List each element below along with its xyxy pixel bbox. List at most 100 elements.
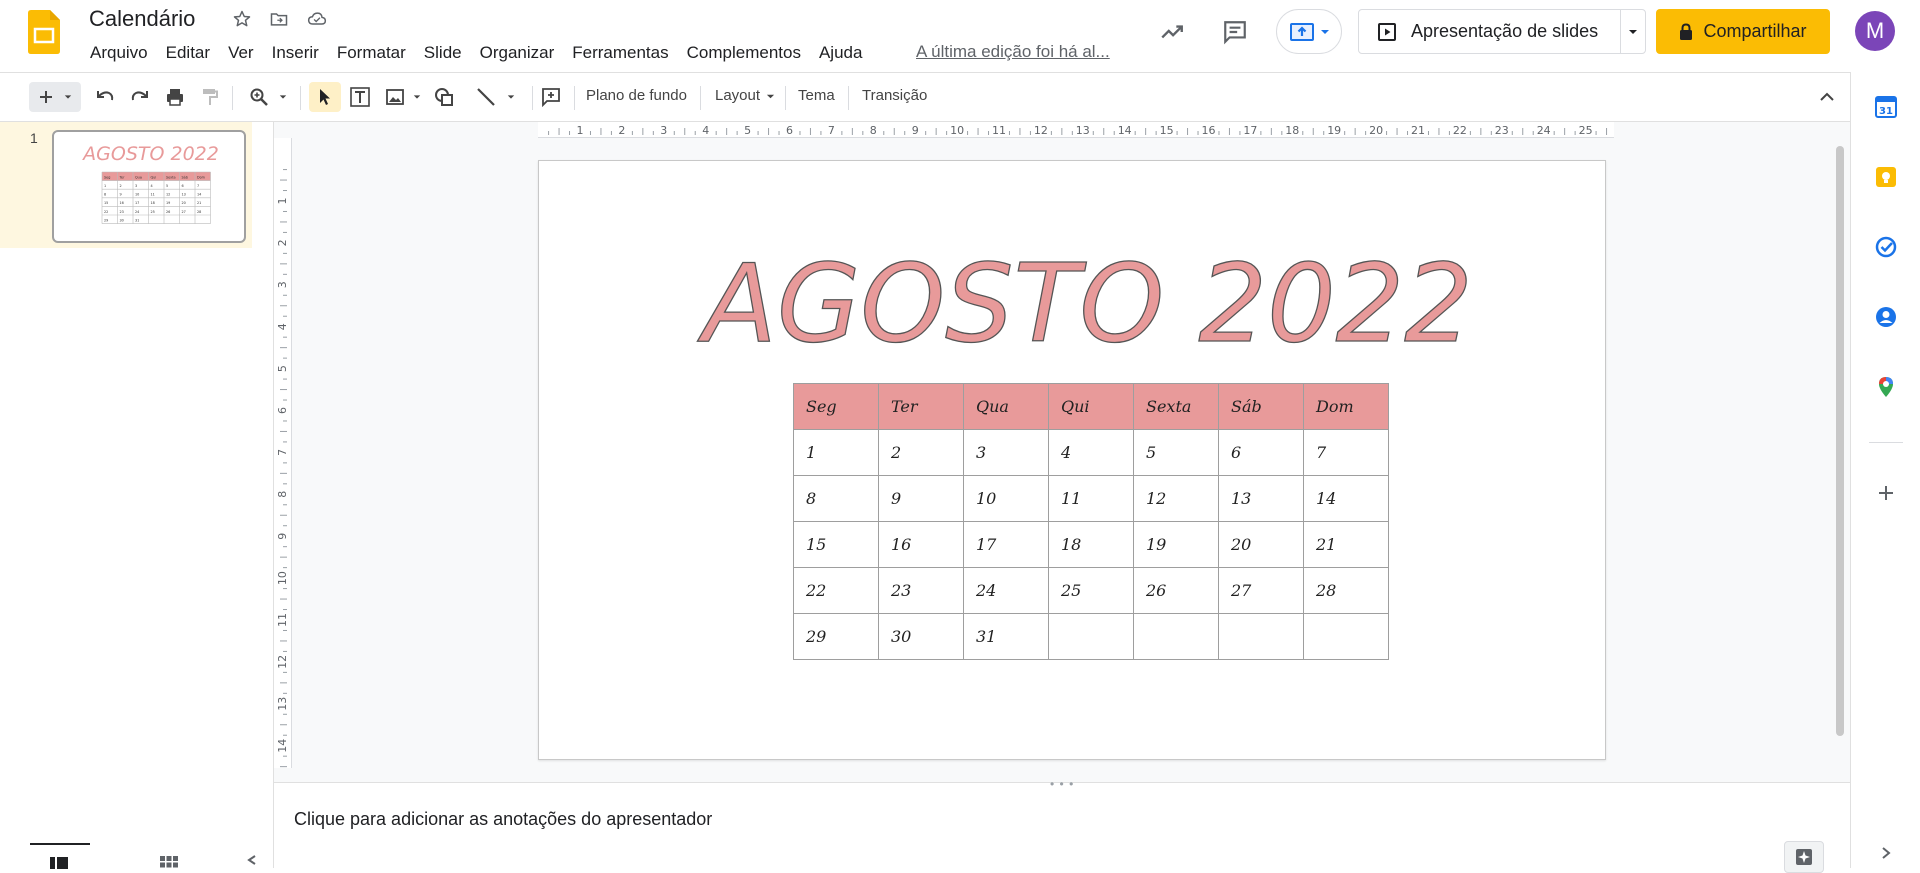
background-button[interactable]: Plano de fundo (586, 87, 687, 104)
calendar-day-cell[interactable]: 18 (1048, 521, 1134, 568)
shape-icon[interactable] (431, 82, 457, 112)
weekday-header[interactable]: Sexta (1133, 383, 1219, 430)
chevron-right-icon[interactable] (1873, 840, 1899, 866)
account-avatar[interactable]: M (1855, 11, 1895, 51)
star-icon[interactable] (231, 8, 253, 30)
calendar-day-cell[interactable]: 23 (878, 567, 964, 614)
contacts-icon[interactable] (1873, 304, 1899, 330)
calendar-day-cell[interactable]: 27 (1218, 567, 1304, 614)
calendar-day-cell[interactable]: 19 (1133, 521, 1219, 568)
menu-editar[interactable]: Editar (157, 42, 219, 66)
speaker-notes-input[interactable]: Clique para adicionar as anotações do ap… (294, 809, 712, 830)
calendar-day-cell[interactable]: 22 (793, 567, 879, 614)
calendar-day-cell[interactable] (1048, 613, 1134, 660)
calendar-day-cell[interactable]: 26 (1133, 567, 1219, 614)
calendar-day-cell[interactable] (1303, 613, 1389, 660)
calendar-day-cell[interactable]: 6 (1218, 429, 1304, 476)
slideshow-button[interactable]: Apresentação de slides (1359, 10, 1622, 53)
calendar-day-cell[interactable]: 31 (963, 613, 1049, 660)
weekday-header[interactable]: Sáb (1218, 383, 1304, 430)
calendar-icon[interactable]: 31 (1873, 94, 1899, 120)
paint-format-icon[interactable] (197, 82, 223, 112)
calendar-day-cell[interactable]: 3 (963, 429, 1049, 476)
slides-logo-icon[interactable] (28, 10, 60, 54)
collapse-filmstrip-icon[interactable] (246, 853, 258, 871)
weekday-header[interactable]: Seg (793, 383, 879, 430)
slide-title-wordart[interactable]: AGOSTO 2022 (539, 231, 1605, 351)
calendar-day-cell[interactable]: 28 (1303, 567, 1389, 614)
add-addon-icon[interactable] (1873, 480, 1899, 506)
line-tool-button[interactable] (470, 82, 520, 112)
menu-arquivo[interactable]: Arquivo (81, 42, 157, 66)
collapse-toolbar-icon[interactable] (1816, 82, 1838, 112)
weekday-header[interactable]: Ter (878, 383, 964, 430)
transition-button[interactable]: Transição (862, 87, 927, 104)
notes-resize-handle[interactable]: • • • (1050, 777, 1074, 791)
weekday-header[interactable]: Qui (1048, 383, 1134, 430)
grid-view-button[interactable] (160, 855, 178, 873)
calendar-day-cell[interactable]: 15 (793, 521, 879, 568)
calendar-day-cell[interactable]: 10 (963, 475, 1049, 522)
calendar-table[interactable]: Seg Ter Qua Qui Sexta Sáb Dom 1 2 3 4 5 6 7 8 9 10 11 12 1… (793, 383, 1389, 660)
weekday-header[interactable]: Dom (1303, 383, 1389, 430)
calendar-day-cell[interactable]: 4 (1048, 429, 1134, 476)
calendar-day-cell[interactable]: 1 (793, 429, 879, 476)
menu-inserir[interactable]: Inserir (263, 42, 328, 66)
undo-icon[interactable] (92, 82, 118, 112)
add-comment-icon[interactable] (538, 82, 564, 112)
assistant-button[interactable] (1784, 841, 1824, 873)
calendar-day-cell[interactable]: 24 (963, 567, 1049, 614)
layout-button[interactable]: Layout (715, 87, 775, 104)
theme-button[interactable]: Tema (798, 87, 835, 104)
menu-slide[interactable]: Slide (415, 42, 471, 66)
vertical-ruler[interactable]: 1 2 3 4 5 6 7 8 9 10 11 12 13 14 (274, 138, 292, 768)
text-box-icon[interactable] (347, 82, 373, 112)
redo-icon[interactable] (127, 82, 153, 112)
calendar-day-cell[interactable]: 13 (1218, 475, 1304, 522)
calendar-day-cell[interactable] (1218, 613, 1304, 660)
menu-formatar[interactable]: Formatar (328, 42, 415, 66)
tasks-icon[interactable] (1873, 234, 1899, 260)
calendar-day-cell[interactable]: 2 (878, 429, 964, 476)
calendar-day-cell[interactable]: 9 (878, 475, 964, 522)
slideshow-options-button[interactable] (1621, 27, 1645, 37)
calendar-day-cell[interactable]: 29 (793, 613, 879, 660)
menu-ferramentas[interactable]: Ferramentas (563, 42, 677, 66)
new-slide-button[interactable] (29, 82, 81, 112)
calendar-day-cell[interactable]: 16 (878, 521, 964, 568)
menu-ver[interactable]: Ver (219, 42, 263, 66)
select-tool-icon[interactable] (309, 82, 341, 112)
print-icon[interactable] (162, 82, 188, 112)
zoom-button[interactable] (243, 82, 293, 112)
calendar-day-cell[interactable] (1133, 613, 1219, 660)
present-to-meeting-button[interactable] (1276, 9, 1342, 54)
calendar-day-cell[interactable]: 25 (1048, 567, 1134, 614)
move-to-folder-icon[interactable] (268, 8, 290, 30)
comments-icon[interactable] (1215, 12, 1255, 52)
calendar-day-cell[interactable]: 12 (1133, 475, 1219, 522)
menu-ajuda[interactable]: Ajuda (810, 42, 871, 66)
filmstrip-view-button[interactable] (30, 843, 90, 869)
calendar-day-cell[interactable]: 21 (1303, 521, 1389, 568)
cloud-status-icon[interactable] (306, 8, 328, 30)
calendar-day-cell[interactable]: 30 (878, 613, 964, 660)
menu-organizar[interactable]: Organizar (471, 42, 564, 66)
maps-icon[interactable] (1873, 374, 1899, 400)
menu-complementos[interactable]: Complementos (678, 42, 810, 66)
horizontal-ruler[interactable]: 1 2 3 4 5 6 7 8 9 10 11 12 13 14 15 16 17 18 19 20 21 22 23 24 2… (538, 122, 1614, 138)
calendar-day-cell[interactable]: 11 (1048, 475, 1134, 522)
slide-thumbnail[interactable]: AGOSTO 2022 Seg Ter Qua Qui Sexta Sáb Dom 1 2 3 4 5… (52, 130, 246, 243)
calendar-day-cell[interactable]: 17 (963, 521, 1049, 568)
document-title[interactable]: Calendário (89, 6, 195, 32)
weekday-header[interactable]: Qua (963, 383, 1049, 430)
calendar-day-cell[interactable]: 8 (793, 475, 879, 522)
keep-icon[interactable] (1873, 164, 1899, 190)
calendar-day-cell[interactable]: 20 (1218, 521, 1304, 568)
calendar-day-cell[interactable]: 5 (1133, 429, 1219, 476)
calendar-day-cell[interactable]: 7 (1303, 429, 1389, 476)
insert-image-button[interactable] (383, 82, 423, 112)
last-edit-link[interactable]: A última edição foi há al... (916, 42, 1110, 62)
activity-trend-icon[interactable] (1152, 12, 1192, 52)
slide-canvas[interactable]: AGOSTO 2022 Seg Ter Qua Qui Sexta Sáb Dom 1234… (538, 160, 1606, 760)
calendar-day-cell[interactable]: 14 (1303, 475, 1389, 522)
